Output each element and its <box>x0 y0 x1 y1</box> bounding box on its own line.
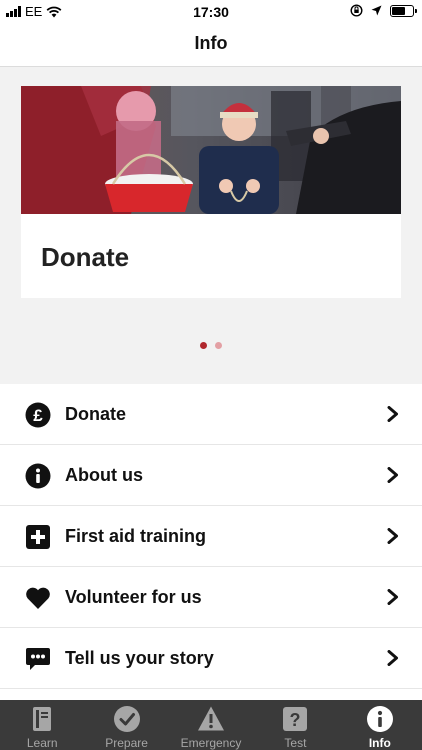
page-dot-2[interactable] <box>215 342 222 349</box>
donate-photo <box>21 86 401 214</box>
page-dot-1[interactable] <box>200 342 207 349</box>
location-icon <box>371 5 382 16</box>
tab-emergency[interactable]: Emergency <box>169 700 253 750</box>
status-bar: EE 17:30 <box>0 0 422 24</box>
menu-item-about-us[interactable]: About us <box>0 445 422 506</box>
carousel-card-donate[interactable]: Donate <box>21 86 401 298</box>
chevron-right-icon <box>387 650 398 666</box>
menu-item-volunteer[interactable]: Volunteer for us <box>0 567 422 628</box>
question-icon: ? <box>283 707 308 731</box>
card-title: Donate <box>41 242 130 272</box>
tab-prepare[interactable]: Prepare <box>84 700 168 750</box>
menu-item-first-aid-training[interactable]: First aid training <box>0 506 422 567</box>
page-indicator[interactable] <box>0 342 422 349</box>
tab-label: Info <box>368 736 391 750</box>
tab-label: Learn <box>26 736 58 750</box>
status-right <box>350 4 417 17</box>
menu-item-label: Tell us your story <box>65 648 214 668</box>
page-title: Info <box>194 33 228 53</box>
tab-label: Emergency <box>180 736 242 750</box>
tab-learn[interactable]: Learn <box>0 700 84 750</box>
battery-icon <box>390 4 417 17</box>
menu-item-donate[interactable]: £ Donate <box>0 384 422 445</box>
tab-label: Test <box>284 736 307 750</box>
menu-item-label: First aid training <box>65 526 207 546</box>
svg-text:?: ? <box>290 710 301 730</box>
menu-item-label: Volunteer for us <box>65 587 202 607</box>
tab-label: Prepare <box>105 736 148 750</box>
menu-item-label: Donate <box>65 404 127 424</box>
info-menu-list: £ Donate About us First aid training Vol… <box>0 384 422 700</box>
svg-text:£: £ <box>33 406 43 425</box>
chevron-right-icon <box>387 528 398 544</box>
tab-bar: Learn Prepare Emergency ? Test Info <box>0 700 422 750</box>
menu-item-tell-your-story[interactable]: Tell us your story <box>0 628 422 689</box>
pound-icon: £ <box>25 402 51 428</box>
tab-test[interactable]: ? Test <box>253 700 337 750</box>
speech-bubble-icon <box>26 648 50 670</box>
plus-icon <box>26 525 50 549</box>
nav-bar: Info <box>0 24 422 67</box>
menu-item-label: About us <box>65 465 143 485</box>
chevron-right-icon <box>387 467 398 483</box>
tab-info[interactable]: Info <box>338 700 422 750</box>
heart-icon <box>26 587 50 609</box>
chevron-right-icon <box>387 589 398 605</box>
warning-icon <box>198 706 225 731</box>
checkmark-icon <box>113 706 140 732</box>
orientation-lock-icon <box>350 4 363 17</box>
book-icon <box>33 707 52 731</box>
info-icon <box>366 706 393 732</box>
info-icon <box>25 463 51 489</box>
chevron-right-icon <box>387 406 398 422</box>
